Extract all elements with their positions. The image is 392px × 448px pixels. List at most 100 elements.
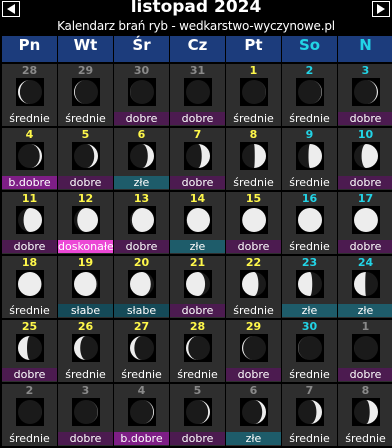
fishing-rating-label: średnie xyxy=(58,112,113,125)
fishing-rating-label: złe xyxy=(282,304,337,317)
calendar-day-cell[interactable]: 21 dobre xyxy=(170,256,225,318)
calendar-day-cell[interactable]: 5 dobre xyxy=(58,128,113,190)
moon-phase-icon xyxy=(16,78,44,106)
calendar-day-cell[interactable]: 27 średnie xyxy=(114,320,169,382)
fishing-rating-label: dobre xyxy=(226,368,281,381)
day-number: 7 xyxy=(305,384,314,397)
calendar-day-cell[interactable]: 28 średnie xyxy=(2,64,57,126)
calendar-day-cell[interactable]: 8 średnie xyxy=(226,128,281,190)
calendar-day-cell[interactable]: 30 średnie xyxy=(282,320,337,382)
moon-phase-icon xyxy=(72,78,100,106)
calendar-day-cell[interactable]: 24 złe xyxy=(338,256,392,318)
calendar-day-cell[interactable]: 4 b.dobre xyxy=(114,384,169,446)
calendar-day-cell[interactable]: 6 złe xyxy=(226,384,281,446)
calendar-day-cell[interactable]: 31 dobre xyxy=(170,64,225,126)
moon-phase-icon xyxy=(128,334,156,362)
calendar-day-cell[interactable]: 3 dobre xyxy=(338,64,392,126)
calendar-day-cell[interactable]: 20 słabe xyxy=(114,256,169,318)
moon-phase-icon xyxy=(184,270,212,298)
calendar-day-cell[interactable]: 23 złe xyxy=(282,256,337,318)
fishing-rating-label: średnie xyxy=(114,368,169,381)
moon-phase-icon xyxy=(128,206,156,234)
fishing-rating-label: złe xyxy=(226,432,281,445)
calendar-day-cell[interactable]: 9 średnie xyxy=(282,128,337,190)
day-number: 29 xyxy=(245,320,262,333)
calendar-day-cell[interactable]: 7 dobre xyxy=(170,128,225,190)
day-number: 1 xyxy=(361,320,370,333)
fishing-rating-label: dobre xyxy=(338,368,392,381)
calendar-day-cell[interactable]: 8 średnie xyxy=(338,384,392,446)
calendar-day-cell[interactable]: 4 b.dobre xyxy=(2,128,57,190)
calendar-day-cell[interactable]: 7 średnie xyxy=(282,384,337,446)
calendar-day-cell[interactable]: 17 dobre xyxy=(338,192,392,254)
calendar-day-cell[interactable]: 22 średnie xyxy=(226,256,281,318)
weekday-header: Cz xyxy=(170,36,225,62)
day-number: 10 xyxy=(357,128,374,141)
day-number: 2 xyxy=(305,64,314,77)
moon-phase-icon xyxy=(128,398,156,426)
calendar-day-cell[interactable]: 28 średnie xyxy=(170,320,225,382)
weekday-header: So xyxy=(282,36,337,62)
day-number: 22 xyxy=(245,256,262,269)
day-number: 12 xyxy=(77,192,94,205)
calendar-day-cell[interactable]: 6 złe xyxy=(114,128,169,190)
calendar-day-cell[interactable]: 14 złe xyxy=(170,192,225,254)
fishing-rating-label: średnie xyxy=(282,176,337,189)
weekday-header: Pt xyxy=(226,36,281,62)
fishing-rating-label: średnie xyxy=(2,432,57,445)
moon-phase-icon xyxy=(296,142,324,170)
day-number: 7 xyxy=(193,128,202,141)
moon-phase-icon xyxy=(240,78,268,106)
calendar-day-cell[interactable]: 29 dobre xyxy=(226,320,281,382)
moon-phase-icon xyxy=(184,206,212,234)
calendar-day-cell[interactable]: 12 doskonałe xyxy=(58,192,113,254)
moon-phase-icon xyxy=(16,398,44,426)
day-number: 1 xyxy=(249,64,258,77)
page-title: listopad 2024 xyxy=(130,0,262,17)
calendar-day-cell[interactable]: 2 średnie xyxy=(2,384,57,446)
moon-phase-icon xyxy=(240,334,268,362)
moon-phase-icon xyxy=(184,142,212,170)
moon-phase-icon xyxy=(352,270,380,298)
calendar-day-cell[interactable]: 16 średnie xyxy=(282,192,337,254)
calendar-day-cell[interactable]: 15 dobre xyxy=(226,192,281,254)
day-number: 18 xyxy=(21,256,38,269)
moon-phase-icon xyxy=(16,334,44,362)
moon-phase-icon xyxy=(72,270,100,298)
weekday-header: N xyxy=(338,36,392,62)
moon-phase-icon xyxy=(240,206,268,234)
calendar-day-cell[interactable]: 18 średnie xyxy=(2,256,57,318)
moon-phase-icon xyxy=(240,270,268,298)
moon-phase-icon xyxy=(296,206,324,234)
calendar-day-cell[interactable]: 25 dobre xyxy=(2,320,57,382)
calendar-day-cell[interactable]: 13 dobre xyxy=(114,192,169,254)
moon-phase-icon xyxy=(16,206,44,234)
calendar-day-cell[interactable]: 29 średnie xyxy=(58,64,113,126)
calendar-day-cell[interactable]: 10 dobre xyxy=(338,128,392,190)
calendar-day-cell[interactable]: 3 dobre xyxy=(58,384,113,446)
fishing-rating-label: dobre xyxy=(170,112,225,125)
fishing-rating-label: dobre xyxy=(338,176,392,189)
calendar-day-cell[interactable]: 30 dobre xyxy=(114,64,169,126)
moon-phase-icon xyxy=(184,334,212,362)
fishing-rating-label: dobre xyxy=(338,240,392,253)
next-month-button[interactable] xyxy=(372,1,390,17)
calendar-day-cell[interactable]: 11 dobre xyxy=(2,192,57,254)
day-number: 3 xyxy=(81,384,90,397)
day-number: 31 xyxy=(189,64,206,77)
fishing-rating-label: średnie xyxy=(282,368,337,381)
fishing-rating-label: dobre xyxy=(338,112,392,125)
day-number: 11 xyxy=(21,192,38,205)
calendar-day-cell[interactable]: 1 dobre xyxy=(338,320,392,382)
calendar-day-cell[interactable]: 26 średnie xyxy=(58,320,113,382)
day-number: 16 xyxy=(301,192,318,205)
calendar-day-cell[interactable]: 19 słabe xyxy=(58,256,113,318)
moon-phase-icon xyxy=(72,334,100,362)
calendar-day-cell[interactable]: 5 dobre xyxy=(170,384,225,446)
fishing-rating-label: średnie xyxy=(226,304,281,317)
fishing-rating-label: słabe xyxy=(58,304,113,317)
calendar-day-cell[interactable]: 2 średnie xyxy=(282,64,337,126)
moon-phase-icon xyxy=(352,206,380,234)
calendar-day-cell[interactable]: 1 średnie xyxy=(226,64,281,126)
moon-phase-icon xyxy=(128,78,156,106)
